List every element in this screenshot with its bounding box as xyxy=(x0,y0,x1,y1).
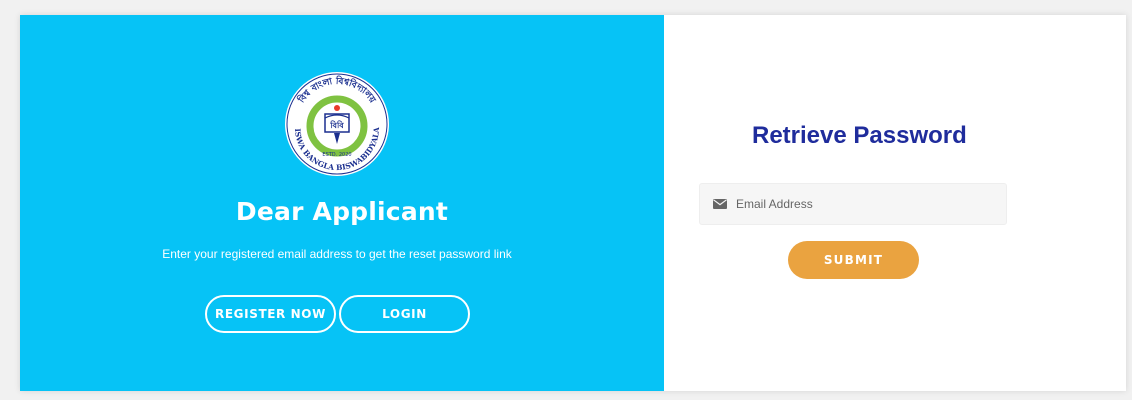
login-button[interactable]: LOGIN xyxy=(339,295,470,333)
university-logo: বিশ্ব বাংলা বিশ্ববিদ্যালয় BISWA BANGLA … xyxy=(283,70,389,176)
instruction-text: Enter your registered email address to g… xyxy=(162,247,512,261)
retrieve-password-heading: Retrieve Password xyxy=(752,122,967,149)
register-now-button[interactable]: REGISTER NOW xyxy=(205,295,336,333)
password-reset-card: বিশ্ব বাংলা বিশ্ববিদ্যালয় BISWA BANGLA … xyxy=(20,15,1126,391)
right-panel: Retrieve Password SUBMIT xyxy=(664,15,1126,391)
email-input[interactable] xyxy=(736,197,996,211)
email-field-container[interactable] xyxy=(699,183,1007,225)
envelope-icon xyxy=(713,199,727,209)
svg-text:বিবি: বিবি xyxy=(329,120,344,130)
submit-button[interactable]: SUBMIT xyxy=(788,241,919,279)
dear-applicant-heading: Dear Applicant xyxy=(235,197,449,226)
svg-text:ESTD. 2020: ESTD. 2020 xyxy=(322,152,351,158)
left-panel: বিশ্ব বাংলা বিশ্ববিদ্যালয় BISWA BANGLA … xyxy=(20,15,664,391)
